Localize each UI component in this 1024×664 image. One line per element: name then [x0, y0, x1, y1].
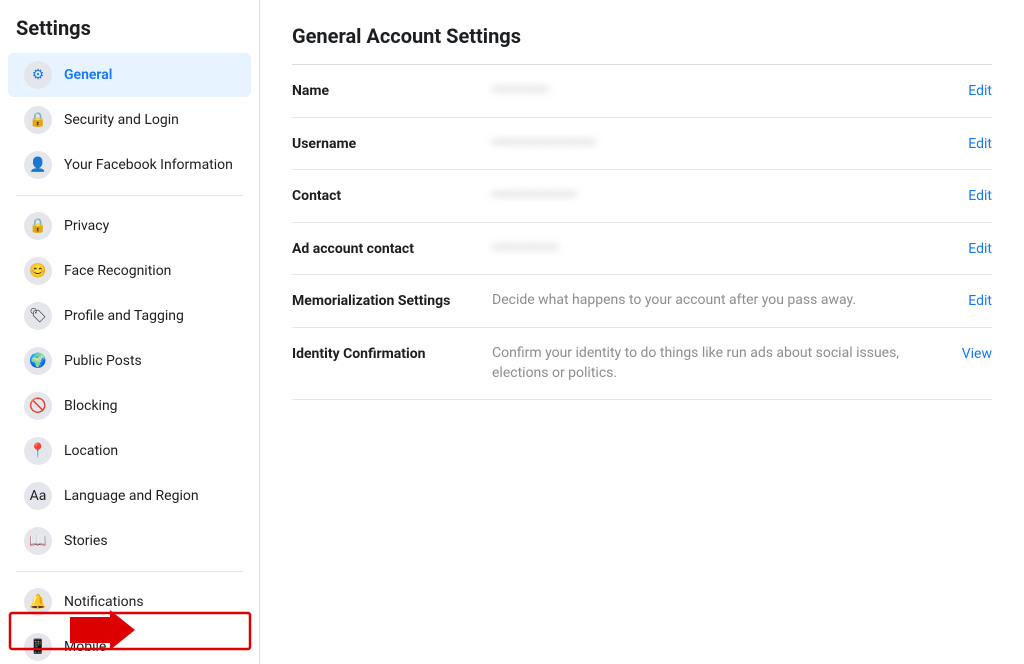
sidebar-item-label-your-facebook-information: Your Facebook Information	[64, 157, 233, 173]
sidebar-item-your-facebook-information[interactable]: 👤 Your Facebook Information	[8, 143, 251, 187]
sidebar-item-label-mobile: Mobile	[64, 639, 106, 655]
sidebar-item-stories[interactable]: 📖 Stories	[8, 519, 251, 563]
mobile-icon: 📱	[24, 633, 52, 661]
sidebar-item-label-blocking: Blocking	[64, 398, 118, 414]
sidebar-item-label-stories: Stories	[64, 533, 108, 549]
sidebar-item-notifications[interactable]: 🔔 Notifications	[8, 580, 251, 624]
settings-rows-container: Name••••••••••••EditUsername••••••••••••…	[292, 65, 992, 400]
sidebar-items-container: ⚙ General 🔒 Security and Login 👤 Your Faceboo…	[0, 53, 259, 664]
public-posts-icon: 🌍	[24, 347, 52, 375]
sidebar-item-security-and-login[interactable]: 🔒 Security and Login	[8, 98, 251, 142]
settings-row-value-name: ••••••••••••	[492, 81, 952, 101]
sidebar-item-label-privacy: Privacy	[64, 218, 109, 234]
settings-row-value-contact: ••••••••••••••••••	[492, 186, 952, 206]
sidebar-item-general[interactable]: ⚙ General	[8, 53, 251, 97]
blocking-icon: 🚫	[24, 392, 52, 420]
sidebar-item-label-face-recognition: Face Recognition	[64, 263, 171, 279]
sidebar-item-profile-and-tagging[interactable]: 🏷 Profile and Tagging	[8, 294, 251, 338]
sidebar-item-location[interactable]: 📍 Location	[8, 429, 251, 473]
settings-row-identity-confirmation: Identity ConfirmationConfirm your identi…	[292, 328, 992, 400]
sidebar-divider	[16, 571, 243, 572]
settings-row-action-ad-account-contact[interactable]: Edit	[968, 239, 992, 257]
main-content: General Account Settings Name•••••••••••…	[260, 0, 1024, 664]
settings-row-contact: Contact•••••••••••••••••• Edit	[292, 170, 992, 223]
settings-row-action-name[interactable]: Edit	[968, 81, 992, 99]
sidebar-item-label-security-and-login: Security and Login	[64, 112, 179, 128]
security-and-login-icon: 🔒	[24, 106, 52, 134]
settings-row-label-username: Username	[292, 134, 492, 152]
sidebar-item-label-profile-and-tagging: Profile and Tagging	[64, 308, 184, 324]
sidebar-item-label-public-posts: Public Posts	[64, 353, 142, 369]
settings-row-label-memorialization-settings: Memorialization Settings	[292, 291, 492, 309]
sidebar-item-label-location: Location	[64, 443, 118, 459]
settings-row-value-username: ••••••••••••••••••••••	[492, 134, 952, 154]
settings-row-action-contact[interactable]: Edit	[968, 186, 992, 204]
sidebar-divider	[16, 195, 243, 196]
sidebar-item-label-language-and-region: Language and Region	[64, 488, 199, 504]
settings-row-label-name: Name	[292, 81, 492, 99]
sidebar-item-privacy[interactable]: 🔒 Privacy	[8, 204, 251, 248]
settings-row-label-identity-confirmation: Identity Confirmation	[292, 344, 492, 362]
notifications-icon: 🔔	[24, 588, 52, 616]
language-and-region-icon: Aa	[24, 482, 52, 510]
sidebar-item-label-general: General	[64, 67, 112, 83]
sidebar-item-public-posts[interactable]: 🌍 Public Posts	[8, 339, 251, 383]
sidebar-item-language-and-region[interactable]: Aa Language and Region	[8, 474, 251, 518]
settings-row-label-contact: Contact	[292, 186, 492, 204]
page-title: General Account Settings	[292, 24, 992, 48]
face-recognition-icon: 😊	[24, 257, 52, 285]
sidebar-item-blocking[interactable]: 🚫 Blocking	[8, 384, 251, 428]
sidebar-item-mobile[interactable]: 📱 Mobile	[8, 625, 251, 664]
app-layout: Settings ⚙ General 🔒 Security and Login 👤 You…	[0, 0, 1024, 664]
settings-row-label-ad-account-contact: Ad account contact	[292, 239, 492, 257]
sidebar-item-face-recognition[interactable]: 😊 Face Recognition	[8, 249, 251, 293]
privacy-icon: 🔒	[24, 212, 52, 240]
settings-row-value-memorialization-settings: Decide what happens to your account afte…	[492, 291, 952, 311]
stories-icon: 📖	[24, 527, 52, 555]
settings-row-ad-account-contact: Ad account contact•••••••••••••• Edit	[292, 223, 992, 276]
settings-row-memorialization-settings: Memorialization SettingsDecide what happ…	[292, 275, 992, 328]
profile-and-tagging-icon: 🏷	[24, 302, 52, 330]
settings-row-username: Username•••••••••••••••••••••• Edit	[292, 118, 992, 171]
settings-row-name: Name•••••••••••• Edit	[292, 65, 992, 118]
settings-row-action-memorialization-settings[interactable]: Edit	[968, 291, 992, 309]
settings-row-action-username[interactable]: Edit	[968, 134, 992, 152]
sidebar: Settings ⚙ General 🔒 Security and Login 👤 You…	[0, 0, 260, 664]
settings-row-value-ad-account-contact: ••••••••••••••	[492, 239, 952, 259]
settings-row-value-identity-confirmation: Confirm your identity to do things like …	[492, 344, 946, 383]
sidebar-item-label-notifications: Notifications	[64, 594, 144, 610]
location-icon: 📍	[24, 437, 52, 465]
your-facebook-information-icon: 👤	[24, 151, 52, 179]
sidebar-title: Settings	[0, 12, 259, 52]
settings-row-action-identity-confirmation[interactable]: View	[962, 344, 992, 362]
general-icon: ⚙	[24, 61, 52, 89]
